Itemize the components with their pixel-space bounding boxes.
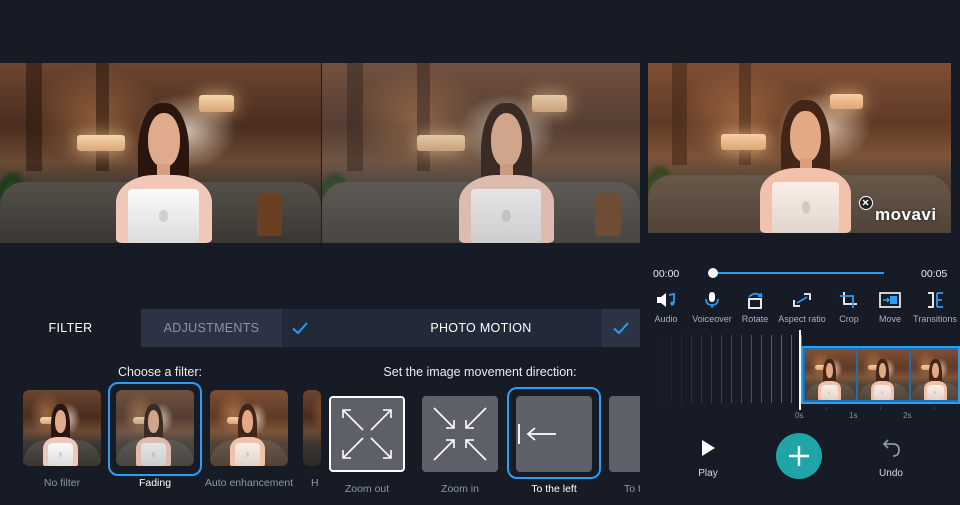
- watermark-close-icon[interactable]: [859, 196, 873, 210]
- filter-prompt: Choose a filter:: [117, 365, 203, 379]
- filter-label-partial: H: [311, 477, 319, 489]
- photo-motion-title: PHOTO MOTION: [430, 321, 532, 335]
- move-icon: [879, 292, 901, 308]
- ruler-tick: [880, 407, 881, 410]
- seek-handle[interactable]: [708, 268, 718, 278]
- crop-icon: [840, 292, 857, 308]
- time-current: 00:00: [653, 268, 680, 280]
- voiceover-tool-label: Voiceover: [692, 314, 732, 324]
- ruler-label-2s: 2s: [903, 411, 912, 420]
- move-tool-label: Move: [878, 314, 901, 324]
- motion-option-zoom-out[interactable]: [329, 396, 405, 472]
- apply-filter-check-icon[interactable]: [291, 319, 309, 337]
- undo-icon: [882, 439, 900, 457]
- transitions-tool-label: Transitions: [913, 314, 957, 324]
- audio-waveform: [652, 335, 802, 403]
- playhead-line[interactable]: [799, 330, 801, 410]
- microphone-icon: [705, 292, 719, 308]
- photo-preview-filtered: [322, 63, 640, 243]
- zoom-out-arrows-icon: [342, 409, 392, 459]
- rotate-icon: [748, 292, 763, 309]
- tab-filter[interactable]: FILTER: [0, 309, 141, 347]
- aspect-ratio-tool[interactable]: Aspect ratio: [778, 291, 826, 324]
- play-button[interactable]: Play: [688, 438, 728, 479]
- seek-bar[interactable]: [712, 272, 884, 274]
- filter-label-no-filter: No filter: [43, 477, 81, 489]
- transitions-tool[interactable]: Transitions: [911, 291, 959, 324]
- arrow-left-icon: [518, 424, 556, 444]
- motion-prompt: Set the image movement direction:: [383, 365, 577, 379]
- motion-option-partial[interactable]: [609, 396, 640, 472]
- motion-label-zoom-out: Zoom out: [344, 483, 390, 495]
- clip-frame-1: [805, 350, 856, 400]
- motion-option-zoom-in[interactable]: [422, 396, 498, 472]
- rotate-tool-label: Rotate: [741, 314, 769, 324]
- motion-option-to-the-left[interactable]: [516, 396, 592, 472]
- undo-label: Undo: [879, 468, 903, 479]
- filter-thumb-partial: [303, 390, 321, 466]
- aspect-ratio-icon: [793, 293, 811, 307]
- apply-motion-check-icon[interactable]: [612, 319, 630, 337]
- filter-option-fading[interactable]: [116, 390, 194, 466]
- audio-icon: [657, 292, 675, 307]
- video-clip-track[interactable]: [801, 346, 960, 404]
- plus-icon: [789, 446, 809, 466]
- filter-thumb-no-filter: [23, 390, 101, 466]
- play-icon: [702, 440, 715, 456]
- ruler-label-1s: 1s: [849, 411, 858, 420]
- motion-label-zoom-in: Zoom in: [441, 483, 479, 495]
- ruler-label-0s: 0s: [795, 411, 804, 420]
- motion-label-to-the-left: To the left: [531, 483, 577, 495]
- transitions-icon: [928, 292, 943, 308]
- aspect-ratio-tool-label: Aspect ratio: [778, 314, 826, 324]
- voiceover-tool[interactable]: Voiceover: [688, 291, 736, 324]
- tab-adjustments[interactable]: ADJUSTMENTS: [141, 309, 282, 347]
- time-total: 00:05: [921, 268, 948, 280]
- photo-preview-original: [0, 63, 321, 243]
- motion-label-partial: To t: [624, 483, 640, 495]
- filter-thumb-fading: [116, 390, 194, 466]
- filter-option-no-filter[interactable]: [23, 390, 101, 466]
- ruler-tick: [826, 407, 827, 410]
- move-tool[interactable]: Move: [866, 291, 914, 324]
- watermark-logo: movavi: [875, 205, 937, 224]
- audio-tool[interactable]: Audio: [642, 291, 690, 324]
- play-label: Play: [698, 468, 718, 479]
- rotate-tool[interactable]: Rotate: [731, 291, 779, 324]
- audio-tool-label: Audio: [654, 314, 678, 324]
- filter-thumb-auto-enhancement: [210, 390, 288, 466]
- filter-option-auto-enhancement[interactable]: [210, 390, 288, 466]
- filter-label-fading: Fading: [138, 477, 172, 489]
- filter-label-auto-enhancement: Auto enhancement: [204, 477, 294, 489]
- add-media-button[interactable]: [776, 433, 822, 479]
- ruler-tick: [934, 407, 935, 410]
- zoom-in-arrows-icon: [433, 407, 487, 461]
- clip-frame-2: [858, 350, 909, 400]
- filter-option-partial[interactable]: [303, 390, 321, 466]
- clip-frame-3: [911, 350, 958, 400]
- undo-button[interactable]: Undo: [871, 438, 911, 479]
